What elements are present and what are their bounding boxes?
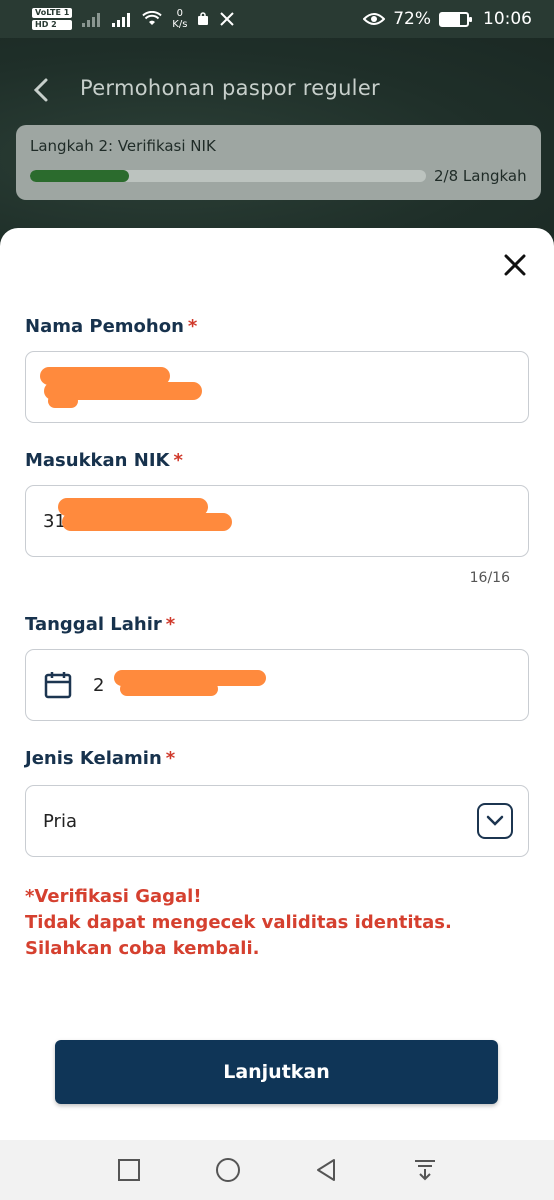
eye-icon — [363, 13, 386, 25]
volte-badge: VoLTE 1 — [32, 8, 73, 18]
x-app-icon — [220, 12, 235, 26]
recents-button[interactable] — [114, 1155, 144, 1185]
signal-1-icon — [82, 11, 102, 27]
dob-input[interactable]: 2 — [25, 649, 529, 721]
battery-icon — [439, 11, 472, 27]
wifi-icon — [142, 11, 162, 25]
nik-label: Masukkan NIK * — [25, 450, 183, 471]
hd-badge: HD 2 — [32, 20, 73, 30]
name-input[interactable] — [25, 351, 529, 423]
speed-value: 0 — [176, 8, 184, 19]
redaction-mark — [62, 513, 232, 531]
close-icon — [504, 254, 526, 276]
redaction-mark — [120, 682, 218, 696]
network-speed: 0 K/s — [172, 8, 187, 30]
network-badges: VoLTE 1 HD 2 — [32, 8, 73, 30]
chevron-left-icon — [33, 78, 48, 102]
name-label-text: Nama Pemohon — [25, 316, 184, 337]
step-progress-row: 2/8 Langkah — [30, 167, 527, 185]
calendar-icon — [44, 672, 72, 699]
status-left: VoLTE 1 HD 2 0 K/s — [32, 8, 363, 30]
redaction-mark — [48, 394, 78, 408]
verification-sheet: Nama Pemohon * Masukkan NIK * 31 16/16 Tan… — [0, 228, 554, 1140]
battery-fill — [441, 13, 460, 25]
pull-down-icon — [414, 1160, 435, 1181]
circle-icon — [215, 1158, 240, 1182]
clock: 10:06 — [483, 9, 532, 29]
page-title: Permohonan paspor reguler — [80, 76, 380, 100]
speed-unit: K/s — [172, 19, 188, 30]
dob-label: Tanggal Lahir * — [25, 614, 175, 635]
notification-bag-icon — [198, 12, 209, 25]
status-right: 72% 10:06 — [363, 9, 532, 29]
progress-fill — [30, 170, 129, 182]
system-nav-bar — [0, 1140, 554, 1200]
back-nav-button[interactable] — [311, 1155, 341, 1185]
back-button[interactable] — [28, 72, 60, 108]
gender-label-text: Jenis Kelamin — [25, 748, 162, 769]
gender-label: Jenis Kelamin * — [25, 748, 175, 769]
required-mark: * — [187, 316, 198, 337]
square-icon — [118, 1159, 141, 1181]
dropdown-toggle[interactable] — [477, 803, 513, 839]
step-progress-card: Langkah 2: Verifikasi NIK 2/8 Langkah — [16, 125, 541, 200]
triangle-back-icon — [317, 1159, 336, 1181]
close-button[interactable] — [498, 248, 532, 282]
name-label: Nama Pemohon * — [25, 316, 197, 337]
required-mark: * — [165, 614, 176, 635]
progress-bar — [30, 170, 426, 182]
gender-select[interactable]: Pria — [25, 785, 529, 857]
nik-input[interactable]: 31 — [25, 485, 529, 557]
dob-label-text: Tanggal Lahir — [25, 614, 162, 635]
nik-char-counter: 16/16 — [469, 570, 510, 586]
step-label: Langkah 2: Verifikasi NIK — [30, 137, 216, 155]
dob-value: 2 — [93, 674, 105, 696]
battery-percent: 72% — [393, 9, 431, 29]
signal-2-icon — [112, 11, 132, 27]
required-mark: * — [165, 748, 176, 769]
nik-label-text: Masukkan NIK — [25, 450, 170, 471]
step-count: 2/8 Langkah — [434, 167, 527, 185]
chevron-down-icon — [486, 815, 504, 826]
status-bar: VoLTE 1 HD 2 0 K/s 72% 10:06 — [0, 0, 554, 38]
verification-error: *Verifikasi Gagal! Tidak dapat mengecek … — [25, 886, 452, 959]
notification-pull-button[interactable] — [410, 1155, 440, 1185]
gender-value: Pria — [43, 810, 77, 832]
continue-button[interactable]: Lanjutkan — [55, 1040, 498, 1104]
home-button[interactable] — [213, 1155, 243, 1185]
required-mark: * — [173, 450, 183, 471]
